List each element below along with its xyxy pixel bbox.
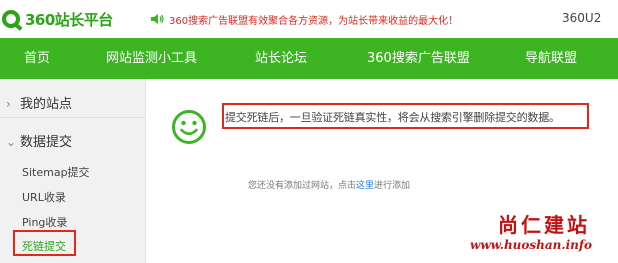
logo-360-icon xyxy=(2,10,20,28)
sidebar-item-url[interactable]: URL收录 xyxy=(22,189,66,205)
watermark-url: www.huoshan.info xyxy=(470,238,593,252)
sidebar-item-ping[interactable]: Ping收录 xyxy=(22,214,67,230)
sidebar-group-label: 我的站点 xyxy=(20,97,73,112)
nav-item-nav-alliance[interactable]: 导航联盟 xyxy=(525,38,577,79)
main-nav: 首页 网站监测小工具 站长论坛 360搜索广告联盟 导航联盟 xyxy=(0,38,618,79)
add-site-link[interactable]: 这里 xyxy=(356,181,374,191)
notice-link[interactable]: 360搜索广告联盟有效聚合各方资源，为站长带来收益的最大化！ xyxy=(169,12,458,27)
empty-prefix: 您还没有添加过网站，点击 xyxy=(248,181,357,191)
chevron-right-icon: › xyxy=(6,97,11,111)
header-bar: 360站长平台 360搜索广告联盟有效聚合各方资源，为站长带来收益的最大化！ 3… xyxy=(0,0,618,38)
info-message: 提交死链后，一旦验证死链真实性，将会从搜索引擎删除提交的数据。 xyxy=(225,111,560,124)
empty-suffix: 进行添加 xyxy=(374,181,411,191)
nav-item-monitor-tools[interactable]: 网站监测小工具 xyxy=(106,38,197,79)
chevron-down-icon: ⌄ xyxy=(6,135,17,149)
sidebar-group-my-sites[interactable]: › 我的站点 xyxy=(6,93,152,112)
sidebar-divider xyxy=(0,117,146,118)
speaker-icon xyxy=(151,14,164,24)
empty-state-text: 您还没有添加过网站，点击这里进行添加 xyxy=(248,178,410,191)
nav-item-home[interactable]: 首页 xyxy=(24,38,50,79)
watermark-title: 尚仁建站 xyxy=(498,213,590,237)
sidebar-group-data-submit[interactable]: ⌄ 数据提交 xyxy=(6,131,152,150)
sidebar-item-sitemap[interactable]: Sitemap提交 xyxy=(22,164,90,180)
logo-text: 360站长平台 xyxy=(25,10,113,29)
nav-item-forum[interactable]: 站长论坛 xyxy=(255,38,307,79)
smiley-icon xyxy=(172,110,206,144)
nav-item-ad-alliance[interactable]: 360搜索广告联盟 xyxy=(367,38,470,79)
sidebar-group-label: 数据提交 xyxy=(20,135,73,150)
header-corner-text[interactable]: 360U2 xyxy=(562,11,601,25)
active-item-highlight xyxy=(13,230,76,256)
site-logo[interactable]: 360站长平台 xyxy=(2,5,113,33)
